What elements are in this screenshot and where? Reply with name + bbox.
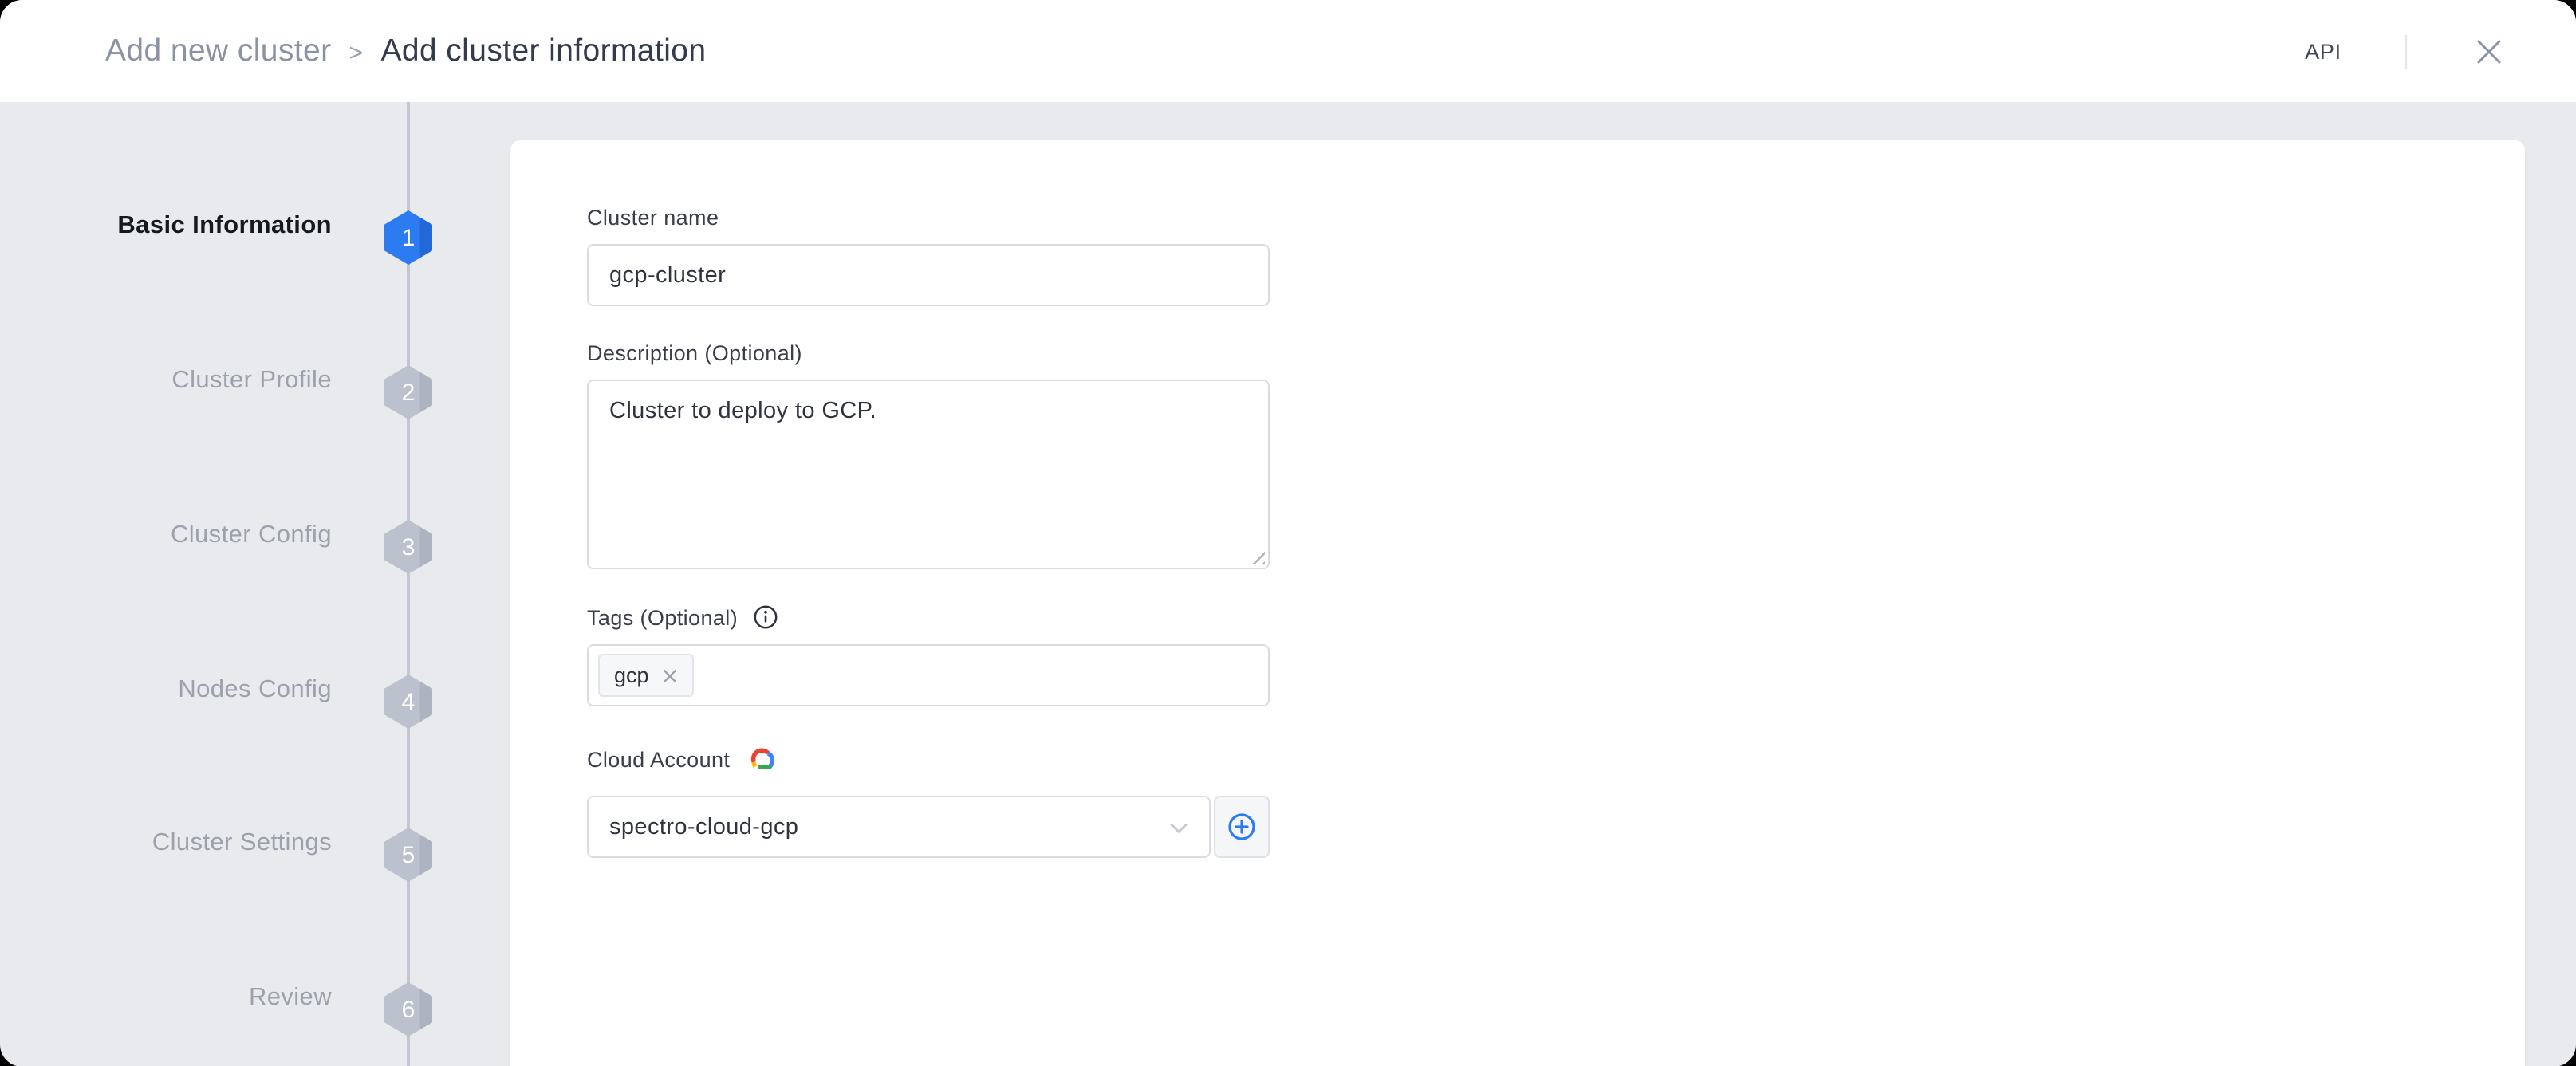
breadcrumb-parent-link[interactable]: Add new cluster xyxy=(105,33,332,69)
cluster-name-input[interactable] xyxy=(587,244,1270,306)
step-label: Cluster Config xyxy=(170,521,332,549)
tags-label: Tags (Optional) xyxy=(587,604,1270,630)
step-label: Cluster Settings xyxy=(152,829,332,856)
step-label: Basic Information xyxy=(117,212,332,239)
cloud-account-field: Cloud Account spectro-cloud-gcp xyxy=(587,746,1270,858)
step-hexagon-badge: 3 xyxy=(384,520,432,574)
google-cloud-icon xyxy=(744,745,778,773)
cluster-name-label: Cluster name xyxy=(587,205,719,229)
tag-chip: gcp xyxy=(598,654,694,697)
step-hexagon-badge: 6 xyxy=(384,982,432,1036)
step-number: 3 xyxy=(401,533,416,561)
step-item-cluster-settings[interactable]: Cluster Settings 5 xyxy=(0,816,432,882)
wizard-header: Add new cluster > Add cluster informatio… xyxy=(0,0,2576,102)
step-item-nodes-config[interactable]: Nodes Config 4 xyxy=(0,663,432,729)
header-actions: API xyxy=(2305,33,2506,69)
step-number: 6 xyxy=(401,996,416,1023)
step-item-cluster-config[interactable]: Cluster Config 3 xyxy=(0,509,432,574)
step-item-cluster-profile[interactable]: Cluster Profile 2 xyxy=(0,354,432,419)
api-button[interactable]: API xyxy=(2305,39,2342,63)
tag-chip-label: gcp xyxy=(614,663,649,687)
header-divider xyxy=(2405,34,2407,68)
step-item-review[interactable]: Review 6 xyxy=(0,971,432,1036)
description-textarea-wrap: Cluster to deploy to GCP. xyxy=(587,380,1270,569)
step-label: Cluster Profile xyxy=(171,367,332,394)
chevron-down-icon xyxy=(1169,821,1188,834)
step-hexagon-badge: 1 xyxy=(384,210,432,265)
description-label: Description (Optional) xyxy=(587,340,802,364)
tags-field: Tags (Optional) gcp xyxy=(587,604,1270,706)
content-panel: Cluster name Description (Optional) Clus… xyxy=(510,140,2525,1066)
step-hexagon-badge: 5 xyxy=(384,828,432,882)
step-label: Nodes Config xyxy=(178,676,332,703)
close-icon xyxy=(2475,37,2502,65)
step-number: 1 xyxy=(401,224,416,251)
plus-circle-icon xyxy=(1225,810,1258,844)
close-button[interactable] xyxy=(2471,33,2506,69)
remove-tag-icon[interactable] xyxy=(662,667,678,683)
stage: Add new cluster > Add cluster informatio… xyxy=(0,0,2576,1066)
cloud-account-label: Cloud Account xyxy=(587,746,1270,772)
step-label: Review xyxy=(248,984,332,1011)
cloud-account-select[interactable]: spectro-cloud-gcp xyxy=(587,796,1211,858)
tags-input[interactable]: gcp xyxy=(587,644,1270,706)
add-cluster-wizard-window: Add new cluster > Add cluster informatio… xyxy=(0,0,2576,1066)
step-number: 2 xyxy=(401,379,416,406)
step-hexagon-badge: 2 xyxy=(384,365,432,419)
description-textarea[interactable]: Cluster to deploy to GCP. xyxy=(587,380,1270,569)
description-field: Description (Optional) Cluster to deploy… xyxy=(587,340,1270,569)
breadcrumb-separator: > xyxy=(349,39,364,66)
breadcrumb: Add new cluster > Add cluster informatio… xyxy=(105,33,707,69)
info-icon[interactable] xyxy=(752,604,778,630)
cloud-account-select-row: spectro-cloud-gcp xyxy=(587,796,1270,858)
step-hexagon-badge: 4 xyxy=(384,675,432,729)
breadcrumb-current: Add cluster information xyxy=(380,33,707,68)
step-number: 5 xyxy=(401,841,416,868)
step-item-basic-information[interactable]: Basic Information 1 xyxy=(0,199,432,265)
selected-account-value: spectro-cloud-gcp xyxy=(609,814,799,840)
step-number: 4 xyxy=(401,688,416,715)
basic-information-form: Cluster name Description (Optional) Clus… xyxy=(510,140,1270,858)
cluster-name-field: Cluster name xyxy=(587,204,1270,306)
add-cloud-account-button[interactable] xyxy=(1214,796,1270,858)
